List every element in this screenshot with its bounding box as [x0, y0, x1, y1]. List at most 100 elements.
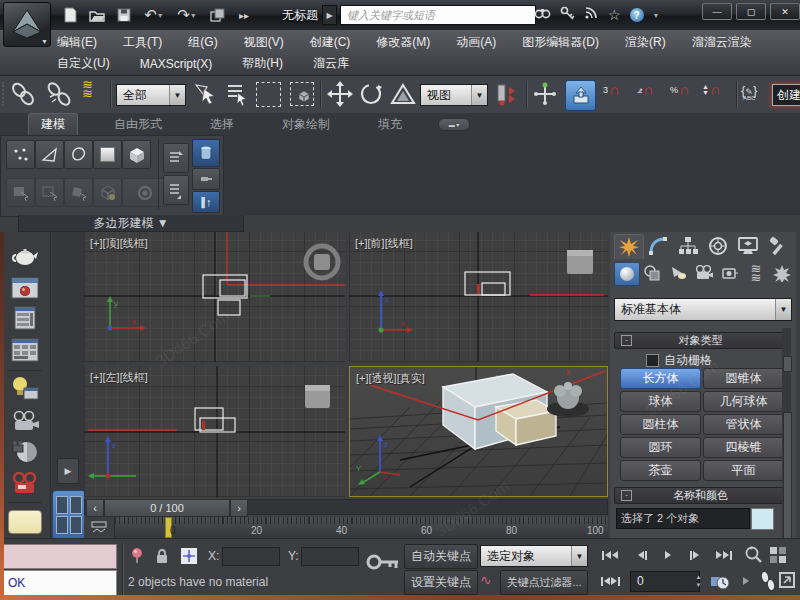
rectangular-selection-region-icon[interactable] [256, 82, 281, 107]
search-flyout-arrow[interactable]: ▶ [322, 5, 337, 25]
modifier-list-icon2[interactable] [163, 175, 189, 205]
hierarchy-tab[interactable] [674, 234, 702, 258]
space-warps-category-icon[interactable]: ≋≋ [744, 262, 768, 284]
move-tool-icon[interactable] [327, 81, 353, 111]
create-tab[interactable] [614, 234, 644, 259]
object-color-swatch[interactable] [751, 508, 774, 530]
bulb-lister-icon[interactable] [8, 374, 42, 402]
selection-filter-dropdown[interactable]: 全部▼ [116, 84, 186, 106]
menu-rendering[interactable]: 渲染(R) [625, 34, 666, 51]
menu-create[interactable]: 创建(C) [310, 34, 351, 51]
project-folder-icon[interactable] [207, 5, 227, 25]
key-filters-button[interactable]: 关键点过滤器... [500, 570, 588, 595]
red-camera-icon[interactable] [8, 470, 42, 498]
time-slider-prev[interactable]: ‹ [86, 499, 104, 517]
ribbon-tab-populate[interactable]: 填充 [366, 113, 414, 135]
help-dropdown-arrow[interactable]: ▼ [653, 12, 660, 19]
pin-panel-icon[interactable] [192, 168, 220, 190]
object-button-plane[interactable]: 平面 [703, 460, 784, 481]
sphere-camera-icon[interactable] [8, 438, 42, 466]
key-mode-toggle[interactable] [596, 571, 624, 591]
object-button-geosphere[interactable]: 几何球体 [703, 391, 784, 412]
snap-toggle-3d-icon[interactable]: 3∩ [603, 84, 620, 96]
isolate-selection-icon[interactable] [130, 547, 144, 569]
tweak-icon[interactable] [35, 178, 64, 207]
element-mode-icon[interactable] [122, 140, 151, 169]
track-bar[interactable]: 0 20 40 60 80 100 [84, 517, 608, 538]
set-key-icon[interactable] [366, 551, 400, 577]
selection-lock-icon[interactable] [155, 548, 169, 568]
walk-through-icon[interactable] [760, 571, 776, 595]
viewport-front-label[interactable]: [+][前][线框] [355, 236, 413, 251]
communication-center-icon[interactable] [584, 6, 599, 24]
show-end-result-icon[interactable] [93, 178, 122, 207]
set-key-button[interactable]: 设置关键点 [404, 570, 478, 595]
maximize-viewport-toggle-icon[interactable] [778, 571, 796, 593]
pan-arrow-button[interactable] [736, 571, 756, 591]
object-name-field[interactable]: 选择了 2 个对象 [616, 508, 750, 529]
ribbon-collapse-button[interactable]: ▬ ▾ [438, 118, 470, 131]
selection-set-dropdown[interactable]: 选定对象▼ [480, 545, 586, 565]
edit-icon[interactable] [64, 178, 93, 207]
select-object-icon[interactable] [192, 81, 218, 111]
border-mode-icon[interactable] [64, 140, 93, 169]
object-button-box[interactable]: 长方体 [620, 368, 701, 389]
named-selection-sets-icon[interactable]: {✎}ABC [741, 83, 757, 101]
camera-viewer-icon[interactable] [8, 408, 42, 436]
create-badge[interactable]: 创建 [772, 84, 800, 106]
current-frame-field[interactable]: 0 [630, 571, 700, 592]
prev-frame-button[interactable] [630, 545, 654, 565]
undo-button[interactable]: ↶▼ [141, 5, 167, 25]
x-coord-field[interactable] [222, 547, 280, 566]
object-button-torus[interactable]: 圆环 [620, 437, 701, 458]
favorites-star-icon[interactable]: ☆ [608, 8, 621, 22]
viewport-top[interactable]: xy [+][顶][线框] [84, 232, 345, 362]
utilities-tab[interactable] [764, 234, 792, 258]
viewport-front[interactable]: zx [+][前][线框] [349, 232, 608, 362]
new-scene-icon[interactable] [60, 5, 80, 25]
menu-edit[interactable]: 编辑(E) [57, 34, 97, 51]
yellow-swatch-button[interactable] [8, 508, 42, 536]
spinner-snap-icon[interactable]: ▲▼∩ [702, 84, 721, 96]
toggle-command-panel-icon[interactable] [192, 139, 220, 167]
viewport-perspective[interactable]: Z x zY [+][透视][真实] [349, 366, 608, 497]
angle-snap-icon[interactable]: ⦨∩ [637, 84, 654, 96]
menu-maxscript[interactable]: MAXScript(X) [140, 57, 213, 71]
frame-spinner[interactable]: ▲▼ [694, 572, 703, 590]
maximize-button[interactable]: ▢ [736, 3, 766, 20]
percent-snap-icon[interactable]: %∩ [670, 84, 690, 96]
viewport-layout-flyout-arrow[interactable]: ▶ [57, 458, 79, 484]
viewport-layout-tab[interactable] [52, 490, 86, 540]
mirror-tool-icon[interactable] [494, 81, 520, 111]
geometry-category-icon[interactable] [614, 262, 640, 286]
time-slider-next[interactable]: › [230, 499, 248, 517]
next-frame-button[interactable] [682, 545, 706, 565]
zoom-all-icon[interactable] [768, 545, 788, 569]
scale-tool-icon[interactable] [390, 81, 416, 111]
ribbon-tab-freeform[interactable]: 自由形式 [102, 113, 174, 135]
play-button[interactable] [658, 545, 678, 565]
goto-end-button[interactable] [710, 545, 738, 565]
goto-start-button[interactable] [596, 545, 624, 565]
object-button-cylinder[interactable]: 圆柱体 [620, 414, 701, 435]
vertex-mode-icon[interactable] [6, 140, 35, 169]
snaps-toggle-button[interactable] [565, 80, 596, 111]
object-button-cone[interactable]: 圆锥体 [703, 368, 784, 389]
object-button-sphere[interactable]: 球体 [620, 391, 701, 412]
bind-space-warp-icon[interactable]: ≋≋ [82, 80, 93, 98]
ribbon-tab-modeling[interactable]: 建模 [28, 113, 78, 136]
modifier-list-icon1[interactable] [163, 143, 189, 173]
motion-tab[interactable] [704, 234, 732, 258]
panel-scrollbar[interactable] [782, 328, 791, 538]
light-lister-icon[interactable] [8, 304, 42, 332]
render-setup-icon[interactable] [8, 274, 42, 302]
minimize-button[interactable]: — [702, 3, 732, 20]
shapes-category-icon[interactable] [640, 262, 664, 284]
auto-key-button[interactable]: 自动关键点 [404, 544, 478, 569]
menu-graph-editors[interactable]: 图形编辑器(D) [522, 34, 599, 51]
reference-coordinate-dropdown[interactable]: 视图▼ [420, 84, 488, 106]
category-dropdown[interactable]: 标准基本体▼ [614, 298, 790, 319]
time-config-icon[interactable] [710, 571, 730, 595]
transform-gizmo-icon[interactable] [180, 547, 198, 569]
menu-modifiers[interactable]: 修改器(M) [376, 34, 430, 51]
